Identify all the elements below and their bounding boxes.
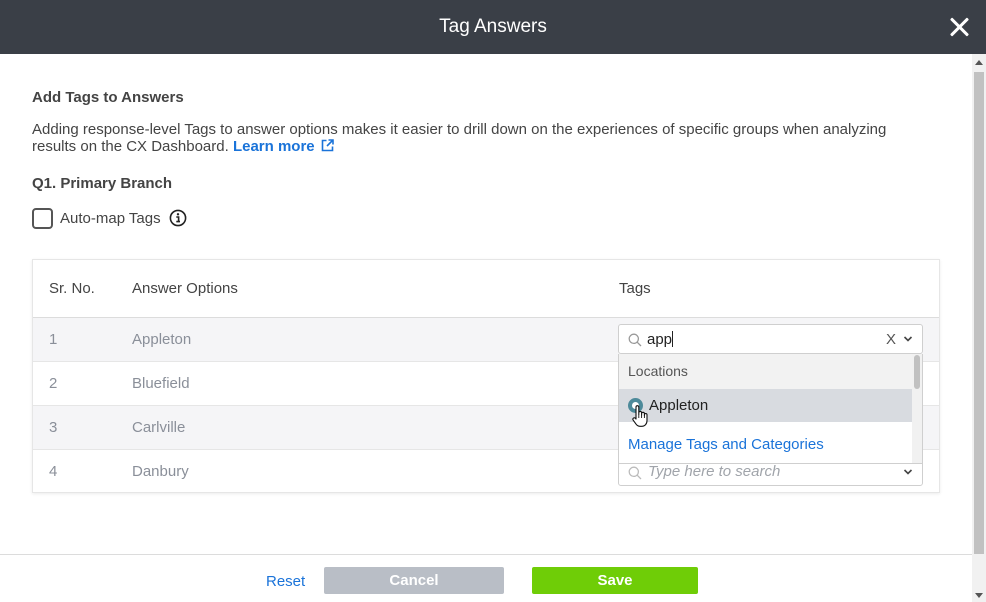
automap-row: Auto-map Tags (32, 207, 187, 229)
save-button[interactable]: Save (532, 567, 698, 594)
learn-more-label[interactable]: Learn more (233, 138, 315, 155)
dialog-footer: Reset Cancel Save (0, 554, 972, 602)
search-icon (628, 466, 642, 480)
scroll-thumb[interactable] (974, 72, 984, 554)
reset-button[interactable]: Reset (266, 573, 305, 590)
tag-search-input[interactable]: app X (618, 324, 923, 354)
clear-button[interactable]: X (886, 331, 896, 348)
dropdown-scrollbar[interactable] (912, 354, 922, 463)
section-title: Add Tags to Answers (32, 89, 184, 106)
automap-checkbox[interactable] (32, 207, 53, 229)
dialog-header: Tag Answers (0, 0, 986, 54)
learn-more-link[interactable]: Learn more (233, 138, 334, 155)
description-text: Adding response-level Tags to answer opt… (32, 121, 887, 155)
dropdown-option-label[interactable]: Appleton (649, 397, 708, 414)
row-sr: 4 (49, 463, 58, 480)
tag-select-placeholder[interactable]: Type here to search (648, 463, 780, 480)
info-icon[interactable] (169, 209, 187, 227)
row-sr: 2 (49, 375, 58, 392)
dialog-title: Tag Answers (439, 16, 547, 37)
header-sr-no: Sr. No. (49, 280, 95, 297)
dropdown-option-appleton[interactable]: Appleton (619, 389, 912, 427)
row-answer: Carlville (132, 419, 186, 436)
automap-label[interactable]: Auto-map Tags (60, 210, 161, 227)
scroll-down-arrow-icon[interactable] (975, 593, 983, 598)
scroll-up-arrow-icon[interactable] (975, 60, 983, 65)
dropdown-group-header: Locations (619, 354, 912, 389)
page-scrollbar[interactable] (972, 54, 986, 602)
text-caret (672, 331, 674, 347)
row-answer: Danbury (132, 463, 189, 480)
row-sr: 3 (49, 419, 58, 436)
manage-tags-link[interactable]: Manage Tags and Categories (628, 436, 824, 453)
cancel-button[interactable]: Cancel (324, 567, 504, 594)
chevron-down-icon[interactable] (903, 468, 913, 476)
hand-cursor-icon (632, 405, 648, 427)
tag-search-text[interactable]: app (647, 331, 672, 348)
row-sr: 1 (49, 331, 58, 348)
row-answer: Bluefield (132, 375, 190, 392)
question-title: Q1. Primary Branch (32, 175, 173, 192)
header-tags: Tags (619, 280, 651, 297)
dropdown-scroll-thumb[interactable] (914, 355, 920, 389)
tag-search-value[interactable]: app (647, 331, 674, 348)
chevron-down-icon[interactable] (903, 335, 913, 343)
tag-dropdown-menu: Locations Appleton Manage Tags and Categ… (618, 354, 923, 464)
description: Adding response-level Tags to answer opt… (32, 121, 932, 155)
external-link-icon[interactable] (321, 139, 334, 152)
table-header: Sr. No. Answer Options Tags (33, 260, 939, 318)
row-answer: Appleton (132, 331, 192, 348)
header-answer-options: Answer Options (132, 280, 238, 297)
close-icon[interactable] (946, 14, 972, 40)
dropdown-group-label: Locations (628, 363, 688, 379)
search-icon (628, 333, 642, 347)
